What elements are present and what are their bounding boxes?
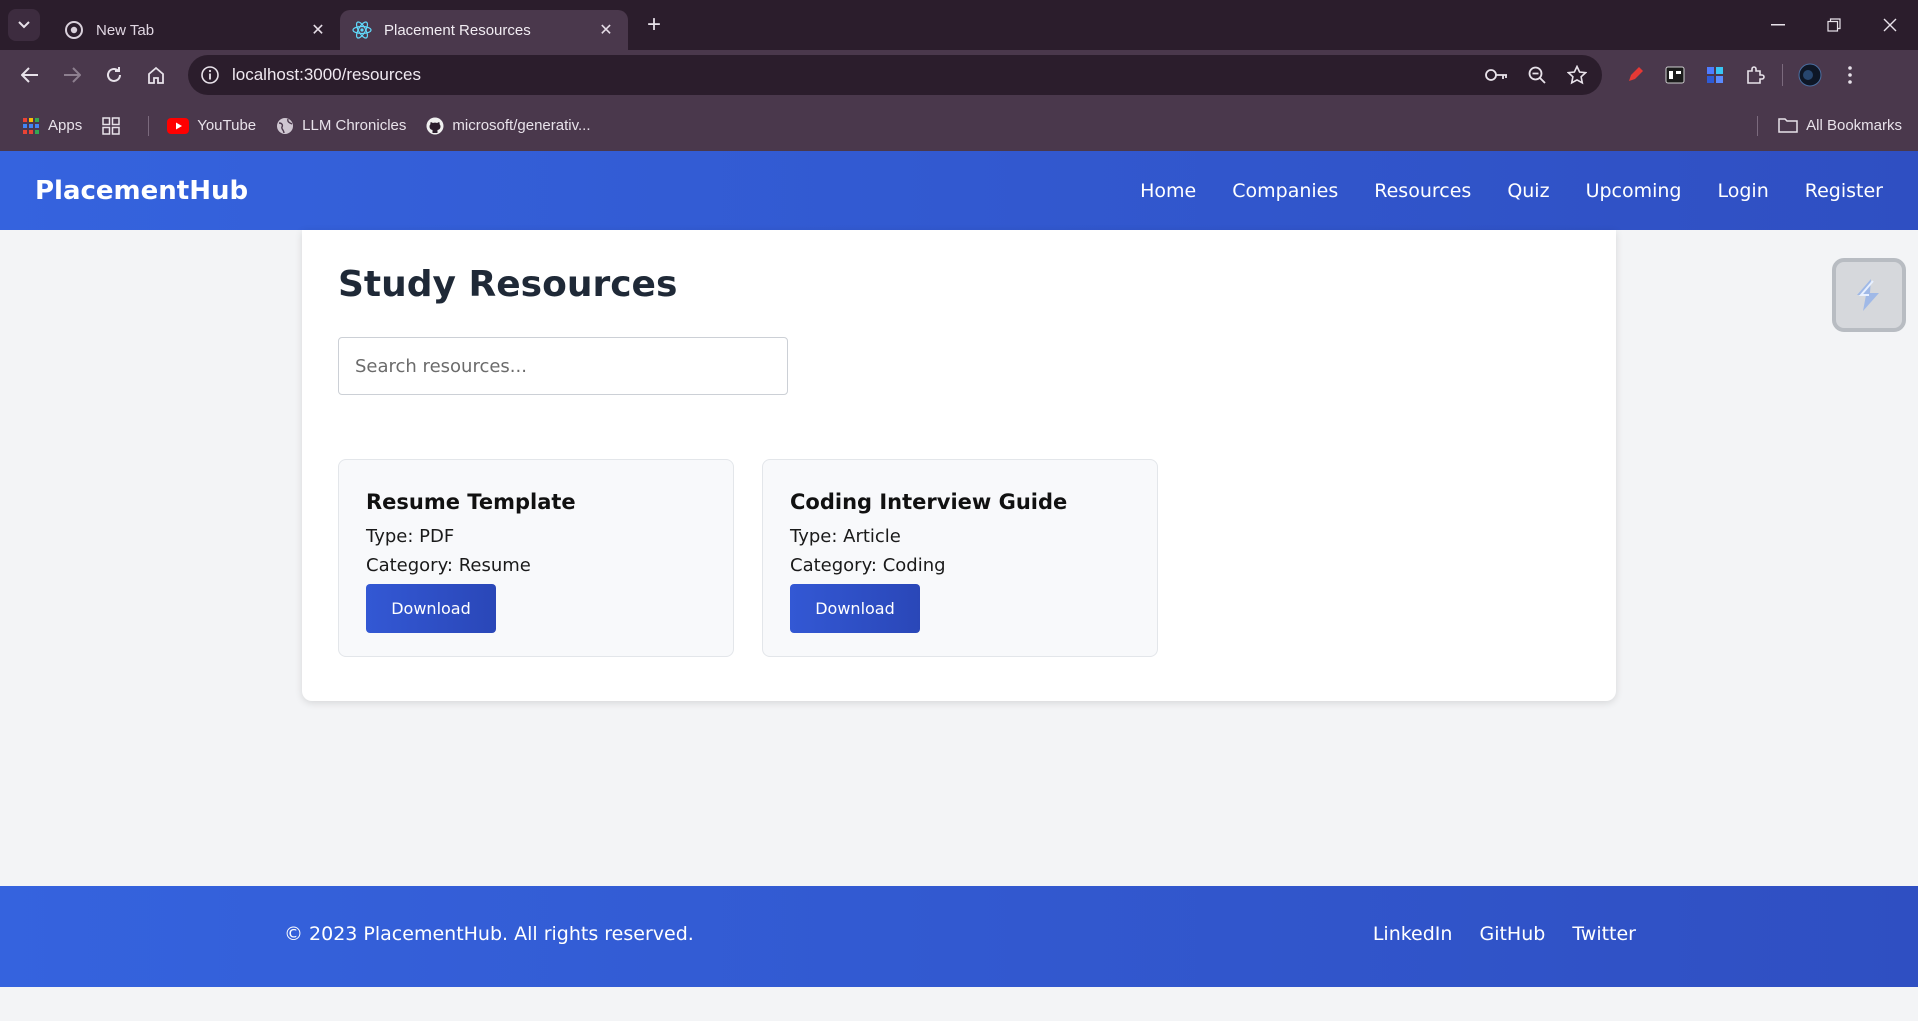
resource-type: Type: Article [790,526,901,547]
nav-quiz[interactable]: Quiz [1507,180,1549,202]
resource-list: Resume Template Type: PDF Category: Resu… [338,459,1580,657]
forward-button[interactable] [54,57,90,93]
resource-title: Coding Interview Guide [790,490,1068,514]
resource-type: Type: PDF [366,526,455,547]
footer-link-github[interactable]: GitHub [1479,923,1545,945]
toolbar-divider [1782,64,1783,86]
url-text[interactable]: localhost:3000/resources [232,65,1484,85]
floating-assistant-button[interactable] [1832,258,1906,332]
browser-toolbar: localhost:3000/resources [0,50,1918,100]
footer-link-linkedin[interactable]: LinkedIn [1373,923,1453,945]
apps-grid-icon [22,117,40,135]
bookmark-github-repo[interactable]: microsoft/generativ... [426,117,590,135]
react-icon [352,20,372,40]
tab-title: New Tab [96,21,155,39]
resources-container: Study Resources Resume Template Type: PD… [302,230,1616,701]
nav-resources[interactable]: Resources [1374,180,1471,202]
password-key-icon[interactable] [1484,62,1510,88]
nav-home[interactable]: Home [1140,180,1196,202]
site-info-icon[interactable] [200,65,220,85]
search-input[interactable] [338,337,788,395]
bookmark-label: LLM Chronicles [302,117,407,134]
nav-upcoming[interactable]: Upcoming [1586,180,1682,202]
folder-icon [1778,117,1798,135]
site-logo[interactable]: PlacementHub [35,176,1140,206]
profile-avatar-icon[interactable] [1797,62,1823,88]
bookmark-youtube[interactable]: YouTube [167,117,256,135]
reload-icon [107,67,121,82]
page-title: Study Resources [338,264,678,305]
chrome-icon [64,20,84,40]
site-header: PlacementHub Home Companies Resources Qu… [0,151,1918,230]
arrow-left-icon [21,67,38,83]
bookmark-divider [148,115,150,136]
home-button[interactable] [138,57,174,93]
resource-card: Coding Interview Guide Type: Article Cat… [762,459,1158,657]
download-button[interactable]: Download [790,584,920,633]
all-bookmarks-label: All Bookmarks [1806,117,1902,134]
tab-search-button[interactable] [8,9,40,41]
restore-icon[interactable] [1806,0,1862,50]
footer-links: LinkedIn GitHub Twitter [1373,923,1636,945]
window-controls [1750,0,1918,50]
footer-link-twitter[interactable]: Twitter [1572,923,1636,945]
bookmark-label: Apps [48,117,83,134]
tab-groups-icon [102,116,120,135]
github-icon [426,117,444,135]
browser-menu-icon[interactable] [1837,62,1863,88]
resource-category: Category: Coding [790,555,946,576]
bookmark-label: microsoft/generativ... [452,117,591,134]
tab-title: Placement Resources [384,21,531,39]
site-footer: © 2023 PlacementHub. All rights reserved… [0,886,1918,987]
address-bar[interactable]: localhost:3000/resources [188,55,1602,95]
copyright-text: © 2023 PlacementHub. All rights reserved… [284,923,694,945]
resource-card: Resume Template Type: PDF Category: Resu… [338,459,734,657]
minimize-icon[interactable] [1750,0,1806,50]
bookmark-star-icon[interactable] [1564,62,1590,88]
arrow-right-icon [64,67,81,83]
back-button[interactable] [12,57,48,93]
download-button[interactable]: Download [366,584,496,633]
resource-category: Category: Resume [366,555,531,576]
resource-title: Resume Template [366,490,576,514]
youtube-icon [167,117,190,135]
tab-placement-resources[interactable]: Placement Resources ✕ [340,10,628,50]
bookmark-label: YouTube [197,117,257,134]
tab-new-tab[interactable]: New Tab ✕ [52,10,340,50]
extension-puzzle-color-icon[interactable] [1702,62,1728,88]
bookmarks-bar: Apps YouTube LLM Chronicles microsoft/ge… [0,100,1918,151]
zoom-icon[interactable] [1524,62,1550,88]
reload-button[interactable] [96,57,132,93]
nav-login[interactable]: Login [1718,180,1769,202]
globe-icon [276,117,294,135]
extensions-puzzle-icon[interactable] [1742,62,1768,88]
tab-groups-button[interactable] [102,116,128,135]
extension-pen-icon[interactable] [1622,62,1648,88]
home-icon [148,66,164,84]
close-icon[interactable]: ✕ [308,20,328,40]
assistant-logo-icon [1857,279,1879,311]
nav-companies[interactable]: Companies [1232,180,1338,202]
browser-chrome: New Tab ✕ Placement Resources ✕ + localh… [0,0,1918,151]
all-bookmarks[interactable]: All Bookmarks [1757,100,1902,151]
new-tab-button[interactable]: + [638,9,670,41]
close-window-icon[interactable] [1862,0,1918,50]
bookmark-llm-chronicles[interactable]: LLM Chronicles [276,117,406,135]
extension-app-icon[interactable] [1662,62,1688,88]
chevron-down-icon [18,21,30,29]
bookmark-divider [1757,115,1759,136]
tab-strip: New Tab ✕ Placement Resources ✕ + [0,0,1918,50]
bookmark-apps[interactable]: Apps [22,117,82,135]
nav-register[interactable]: Register [1805,180,1883,202]
close-icon[interactable]: ✕ [596,20,616,40]
main-nav: Home Companies Resources Quiz Upcoming L… [1140,180,1883,202]
